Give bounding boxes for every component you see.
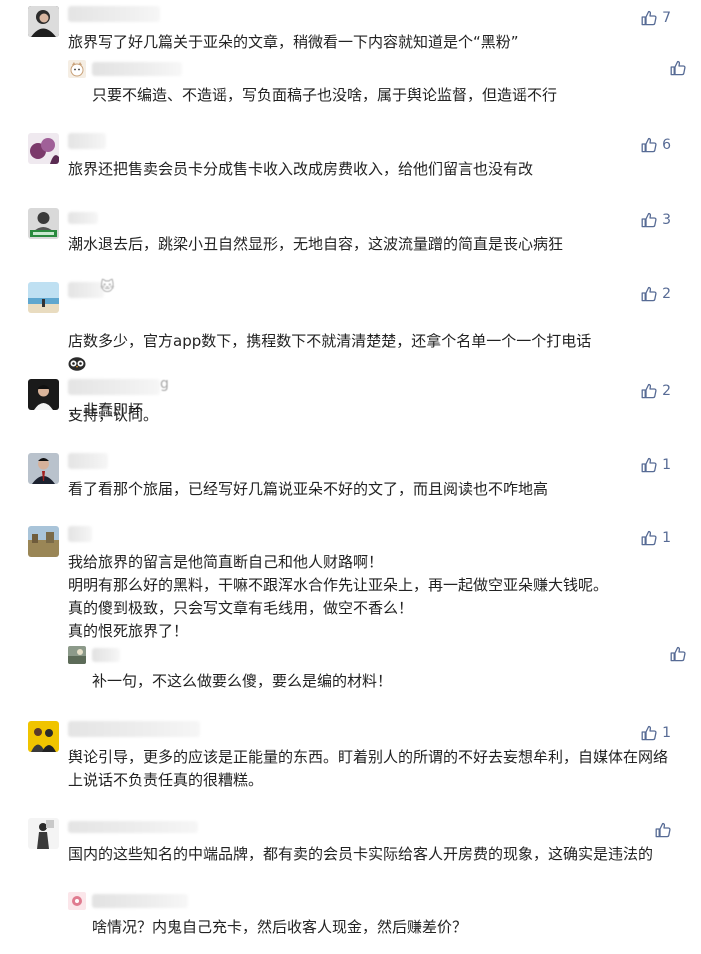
like-button[interactable]: 1 (641, 530, 671, 546)
like-count: 7 (662, 10, 671, 26)
like-button[interactable]: 1 (641, 725, 671, 741)
nickname-tail: g (160, 376, 169, 392)
like-button[interactable]: 1 (641, 457, 671, 473)
thumbs-up-icon (670, 646, 686, 662)
reply-like-button[interactable] (670, 60, 686, 76)
thumbs-up-icon (641, 530, 657, 546)
thumbs-up-icon (655, 822, 671, 838)
like-count: 2 (662, 286, 671, 302)
like-count: 1 (662, 725, 671, 741)
nickname-blurred (68, 212, 98, 224)
comment-text: 旅界还把售卖会员卡分成售卡收入改成房费收入，给他们留言也没有改 (68, 160, 534, 178)
like-count: 2 (662, 383, 671, 399)
reply-text: 啥情况？内鬼自己充卡，然后收客人现金，然后赚差价？ (92, 918, 468, 936)
like-button[interactable]: 3 (641, 212, 671, 228)
figure-avatar[interactable] (28, 818, 59, 849)
reply-like-button[interactable] (670, 646, 686, 662)
nickname-blurred (68, 453, 108, 469)
like-count: 3 (662, 212, 671, 228)
thumbs-up-icon (641, 10, 657, 26)
like-button[interactable]: 7 (641, 10, 671, 26)
like-count: 1 (662, 457, 671, 473)
owl-emoji-icon (68, 357, 86, 371)
green-badge-avatar[interactable] (28, 208, 59, 239)
thumbs-up-icon (670, 60, 686, 76)
pink-avatar[interactable] (68, 892, 86, 910)
reply-text: 补一句，不这么做要么傻，要么是编的材料！ (92, 672, 393, 690)
cat-face-avatar[interactable] (68, 60, 86, 78)
man-portrait-avatar[interactable] (28, 379, 59, 410)
like-count: 6 (662, 137, 671, 153)
nickname-blurred (68, 526, 92, 542)
comment-text: 潮水退去后，跳梁小丑自然显形，无地自容，这波流量蹭的简直是丧心病狂 (68, 235, 564, 253)
comment-text: 国内的这些知名的中端品牌，都有卖的会员卡实际给客人开房费的现象，这确实是违法的 (68, 845, 654, 863)
reply-nickname-blurred (92, 894, 188, 908)
thumbs-up-icon (641, 212, 657, 228)
like-count: 1 (662, 530, 671, 546)
thumbs-up-icon (641, 286, 657, 302)
thumbs-up-icon (641, 725, 657, 741)
photo-avatar[interactable] (68, 646, 86, 664)
thumbs-up-icon (641, 137, 657, 153)
like-button[interactable]: 2 (641, 383, 671, 399)
nickname-blurred (68, 821, 198, 833)
comment-text-line: 店数多少，官方app数下，携程数下不就清清楚楚，还拿个名单一个一个打电话 (68, 332, 592, 350)
comment-text: 看了看那个旅届，已经写好几篇说亚朵不好的文了，而且阅读也不咋地高 (68, 480, 549, 498)
nickname-blurred (68, 379, 160, 395)
businessman-avatar[interactable] (28, 453, 59, 484)
thumbs-up-icon (641, 383, 657, 399)
reply-nickname-blurred (92, 62, 182, 76)
like-button[interactable]: 6 (641, 137, 671, 153)
comment-text: 舆论引导，更多的应该是正能量的东西。盯着别人的所谓的不好去妄想牟利，自媒体在网络… (68, 748, 669, 789)
nickname-blurred (68, 282, 104, 298)
landscape-avatar[interactable] (28, 526, 59, 557)
purple-flower-avatar[interactable] (28, 133, 59, 164)
nickname-emoji: 🐱 (100, 279, 115, 295)
family-avatar[interactable] (28, 721, 59, 752)
reply-text: 只要不编造、不造谣，写负面稿子也没啥，属于舆论监督，但造谣不行 (92, 86, 558, 104)
like-button[interactable] (655, 822, 671, 838)
comment-text: 我给旅界的留言是他简直断自己和他人财路啊！ 明明有那么好的黑料，干嘛不跟浑水合作… (68, 553, 609, 640)
nickname-blurred (68, 6, 160, 22)
reply-nickname-blurred (92, 648, 120, 662)
beach-avatar[interactable] (28, 282, 59, 313)
comment-text: 旅界写了好几篇关于亚朵的文章，稍微看一下内容就知道是个“黑粉” (68, 33, 519, 51)
nickname-blurred (68, 133, 106, 149)
thumbs-up-icon (641, 457, 657, 473)
comment-text: 支持，认同。 (68, 406, 159, 424)
woman-portrait-avatar[interactable] (28, 6, 59, 37)
like-button[interactable]: 2 (641, 286, 671, 302)
nickname-blurred (68, 721, 200, 737)
